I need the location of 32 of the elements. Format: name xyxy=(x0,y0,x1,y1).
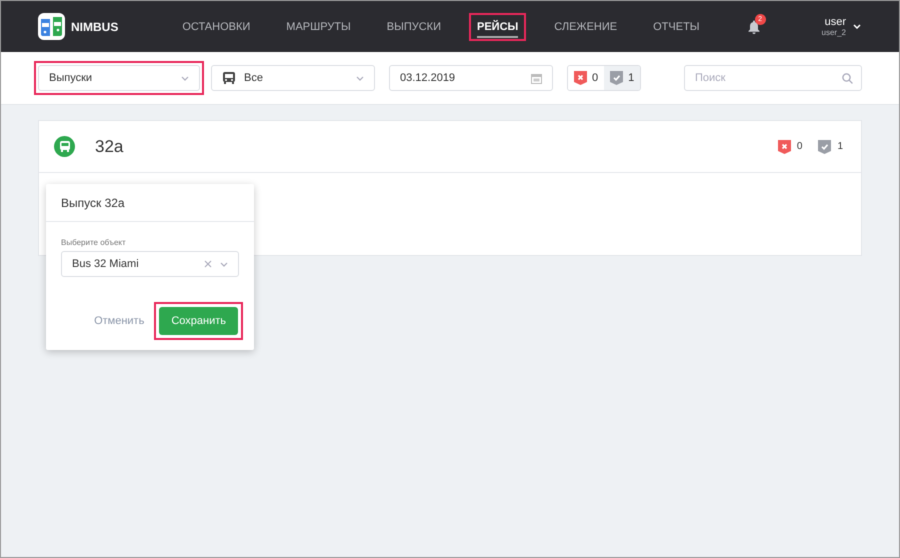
route-name: 32a xyxy=(95,136,124,156)
status-filter[interactable]: 1 xyxy=(604,66,640,90)
logo-icon xyxy=(38,13,65,40)
user-menu[interactable]: user user_2 xyxy=(822,16,861,37)
date-field[interactable]: 03.12.2019 xyxy=(389,65,553,91)
calendar-icon xyxy=(531,72,542,84)
bell-icon xyxy=(748,20,760,34)
mode-select[interactable]: Выпуски xyxy=(38,65,200,91)
nav-tab[interactable]: ВЫПУСКИ xyxy=(380,14,447,38)
caret-icon xyxy=(356,76,364,80)
bus-icon xyxy=(222,71,236,85)
nav-tab[interactable]: ОТЧЕТЫ xyxy=(647,14,706,38)
nav-tab[interactable]: ОСТАНОВКИ xyxy=(176,14,256,38)
nav-tab[interactable]: СЛЕЖЕНИЕ xyxy=(548,14,624,38)
nav-tab[interactable]: РЕЙСЫ xyxy=(471,14,524,38)
nav-tab[interactable]: МАРШРУТЫ xyxy=(280,14,357,38)
user-name: user xyxy=(824,16,846,28)
app-name: NIMBUS xyxy=(71,20,118,34)
chevron-icon xyxy=(853,24,861,29)
caret-icon xyxy=(220,262,228,266)
user-login: user_2 xyxy=(822,28,846,37)
clear-icon[interactable] xyxy=(204,260,212,268)
vehicle-type-select[interactable]: Все xyxy=(211,65,375,91)
search-icon xyxy=(842,73,853,84)
search-field[interactable]: Поиск xyxy=(684,65,862,91)
dialog-title: Выпуск 32а xyxy=(61,196,125,210)
object-select[interactable]: Bus 32 Miami xyxy=(61,251,239,277)
bus-icon xyxy=(54,136,75,157)
caret-icon xyxy=(181,76,189,80)
status-count: 0 xyxy=(796,141,802,152)
field-label: Выберите объект xyxy=(61,238,127,247)
status-count: 1 xyxy=(837,141,843,152)
